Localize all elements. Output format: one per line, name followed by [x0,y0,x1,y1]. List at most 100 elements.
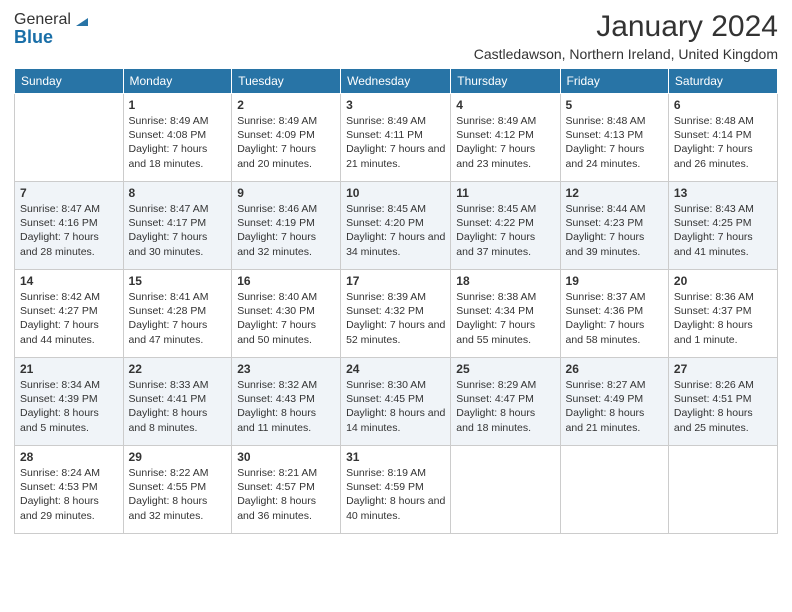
day-number: 7 [20,186,118,200]
sunset: Sunset: 4:12 PM [456,129,534,141]
header-friday: Friday [560,69,668,94]
sunset: Sunset: 4:20 PM [346,217,424,229]
cell-info: Sunrise: 8:45 AM Sunset: 4:20 PM Dayligh… [346,202,445,259]
sunrise: Sunrise: 8:47 AM [129,203,209,215]
day-number: 11 [456,186,554,200]
sunset: Sunset: 4:49 PM [566,393,644,405]
cell-1-3: 10 Sunrise: 8:45 AM Sunset: 4:20 PM Dayl… [341,182,451,270]
sunrise: Sunrise: 8:29 AM [456,379,536,391]
location-subtitle: Castledawson, Northern Ireland, United K… [474,46,778,62]
sunrise: Sunrise: 8:30 AM [346,379,426,391]
cell-4-5 [560,446,668,534]
cell-0-1: 1 Sunrise: 8:49 AM Sunset: 4:08 PM Dayli… [123,94,232,182]
sunrise: Sunrise: 8:47 AM [20,203,100,215]
cell-3-2: 23 Sunrise: 8:32 AM Sunset: 4:43 PM Dayl… [232,358,341,446]
cell-info: Sunrise: 8:30 AM Sunset: 4:45 PM Dayligh… [346,378,445,435]
day-number: 19 [566,274,663,288]
cell-info: Sunrise: 8:21 AM Sunset: 4:57 PM Dayligh… [237,466,335,523]
day-number: 22 [129,362,227,376]
daylight: Daylight: 7 hours and 55 minutes. [456,319,535,345]
sunrise: Sunrise: 8:46 AM [237,203,317,215]
sunset: Sunset: 4:47 PM [456,393,534,405]
cell-3-5: 26 Sunrise: 8:27 AM Sunset: 4:49 PM Dayl… [560,358,668,446]
cell-info: Sunrise: 8:39 AM Sunset: 4:32 PM Dayligh… [346,290,445,347]
cell-info: Sunrise: 8:41 AM Sunset: 4:28 PM Dayligh… [129,290,227,347]
week-row-4: 28 Sunrise: 8:24 AM Sunset: 4:53 PM Dayl… [15,446,778,534]
sunset: Sunset: 4:37 PM [674,305,752,317]
daylight: Daylight: 7 hours and 24 minutes. [566,143,645,169]
cell-4-2: 30 Sunrise: 8:21 AM Sunset: 4:57 PM Dayl… [232,446,341,534]
sunset: Sunset: 4:57 PM [237,481,315,493]
daylight: Daylight: 8 hours and 25 minutes. [674,407,753,433]
day-number: 30 [237,450,335,464]
sunset: Sunset: 4:28 PM [129,305,207,317]
sunset: Sunset: 4:08 PM [129,129,207,141]
sunrise: Sunrise: 8:34 AM [20,379,100,391]
sunrise: Sunrise: 8:41 AM [129,291,209,303]
sunrise: Sunrise: 8:39 AM [346,291,426,303]
day-number: 24 [346,362,445,376]
daylight: Daylight: 7 hours and 44 minutes. [20,319,99,345]
day-number: 4 [456,98,554,112]
cell-0-5: 5 Sunrise: 8:48 AM Sunset: 4:13 PM Dayli… [560,94,668,182]
daylight: Daylight: 8 hours and 5 minutes. [20,407,99,433]
sunset: Sunset: 4:27 PM [20,305,98,317]
day-number: 5 [566,98,663,112]
logo-blue-text: Blue [14,27,92,48]
cell-info: Sunrise: 8:32 AM Sunset: 4:43 PM Dayligh… [237,378,335,435]
sunrise: Sunrise: 8:48 AM [566,115,646,127]
sunrise: Sunrise: 8:36 AM [674,291,754,303]
daylight: Daylight: 7 hours and 30 minutes. [129,231,208,257]
sunrise: Sunrise: 8:48 AM [674,115,754,127]
cell-info: Sunrise: 8:47 AM Sunset: 4:17 PM Dayligh… [129,202,227,259]
sunrise: Sunrise: 8:38 AM [456,291,536,303]
cell-3-4: 25 Sunrise: 8:29 AM Sunset: 4:47 PM Dayl… [451,358,560,446]
sunset: Sunset: 4:11 PM [346,129,423,141]
cell-info: Sunrise: 8:49 AM Sunset: 4:09 PM Dayligh… [237,114,335,171]
daylight: Daylight: 7 hours and 58 minutes. [566,319,645,345]
daylight: Daylight: 7 hours and 20 minutes. [237,143,316,169]
cell-2-0: 14 Sunrise: 8:42 AM Sunset: 4:27 PM Dayl… [15,270,124,358]
cell-1-0: 7 Sunrise: 8:47 AM Sunset: 4:16 PM Dayli… [15,182,124,270]
sunset: Sunset: 4:25 PM [674,217,752,229]
sunrise: Sunrise: 8:49 AM [346,115,426,127]
cell-info: Sunrise: 8:47 AM Sunset: 4:16 PM Dayligh… [20,202,118,259]
cell-0-3: 3 Sunrise: 8:49 AM Sunset: 4:11 PM Dayli… [341,94,451,182]
logo: General Blue [14,10,92,48]
day-number: 26 [566,362,663,376]
day-number: 6 [674,98,772,112]
cell-info: Sunrise: 8:43 AM Sunset: 4:25 PM Dayligh… [674,202,772,259]
cell-4-6 [668,446,777,534]
sunrise: Sunrise: 8:44 AM [566,203,646,215]
cell-info: Sunrise: 8:49 AM Sunset: 4:08 PM Dayligh… [129,114,227,171]
cell-info: Sunrise: 8:36 AM Sunset: 4:37 PM Dayligh… [674,290,772,347]
cell-0-4: 4 Sunrise: 8:49 AM Sunset: 4:12 PM Dayli… [451,94,560,182]
cell-0-2: 2 Sunrise: 8:49 AM Sunset: 4:09 PM Dayli… [232,94,341,182]
daylight: Daylight: 8 hours and 14 minutes. [346,407,445,433]
sunrise: Sunrise: 8:24 AM [20,467,100,479]
cell-info: Sunrise: 8:49 AM Sunset: 4:12 PM Dayligh… [456,114,554,171]
week-row-3: 21 Sunrise: 8:34 AM Sunset: 4:39 PM Dayl… [15,358,778,446]
header-thursday: Thursday [451,69,560,94]
cell-info: Sunrise: 8:49 AM Sunset: 4:11 PM Dayligh… [346,114,445,171]
day-number: 14 [20,274,118,288]
sunrise: Sunrise: 8:45 AM [456,203,536,215]
sunrise: Sunrise: 8:27 AM [566,379,646,391]
day-number: 16 [237,274,335,288]
daylight: Daylight: 8 hours and 21 minutes. [566,407,645,433]
cell-info: Sunrise: 8:42 AM Sunset: 4:27 PM Dayligh… [20,290,118,347]
daylight: Daylight: 8 hours and 1 minute. [674,319,753,345]
sunrise: Sunrise: 8:19 AM [346,467,426,479]
cell-2-2: 16 Sunrise: 8:40 AM Sunset: 4:30 PM Dayl… [232,270,341,358]
sunrise: Sunrise: 8:22 AM [129,467,209,479]
daylight: Daylight: 8 hours and 11 minutes. [237,407,316,433]
cell-info: Sunrise: 8:48 AM Sunset: 4:13 PM Dayligh… [566,114,663,171]
week-row-1: 7 Sunrise: 8:47 AM Sunset: 4:16 PM Dayli… [15,182,778,270]
day-number: 28 [20,450,118,464]
day-number: 2 [237,98,335,112]
header-monday: Monday [123,69,232,94]
sunset: Sunset: 4:41 PM [129,393,207,405]
cell-3-1: 22 Sunrise: 8:33 AM Sunset: 4:41 PM Dayl… [123,358,232,446]
header-tuesday: Tuesday [232,69,341,94]
daylight: Daylight: 7 hours and 41 minutes. [674,231,753,257]
